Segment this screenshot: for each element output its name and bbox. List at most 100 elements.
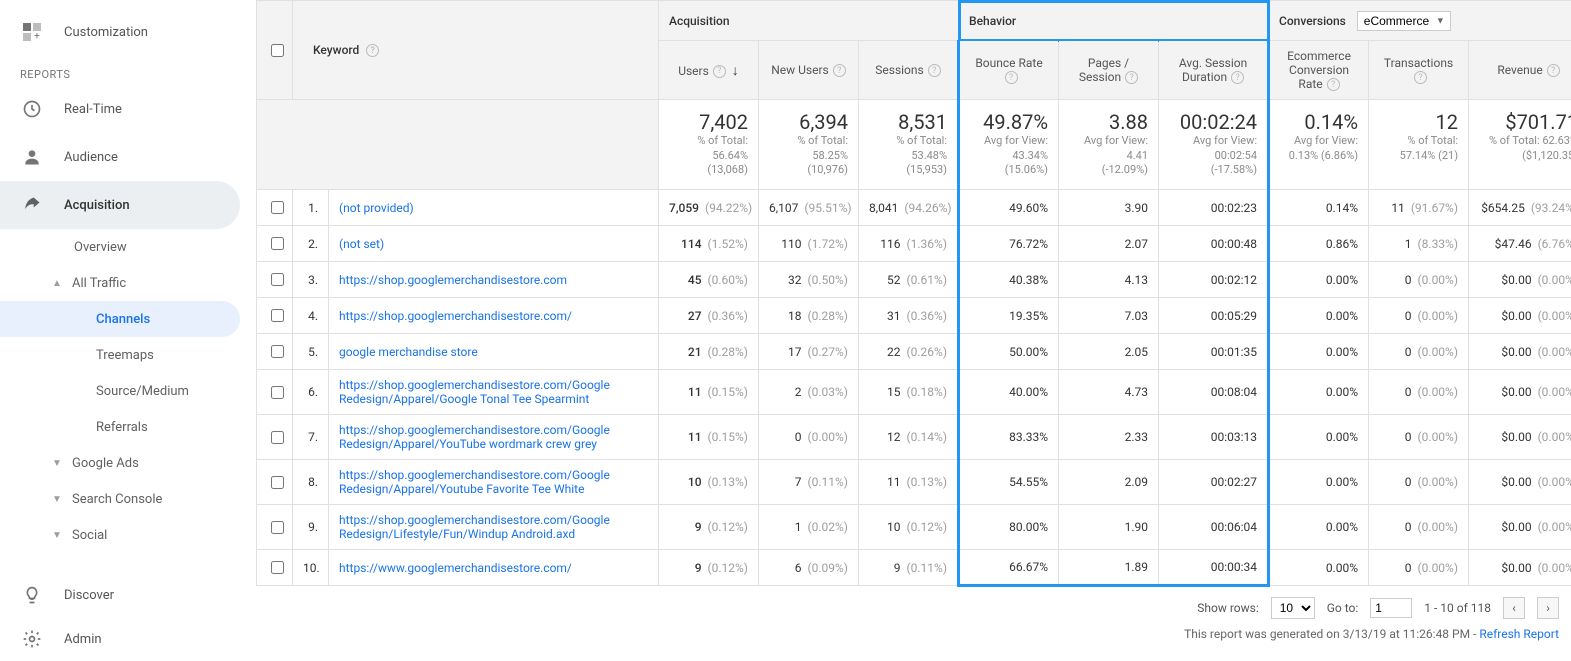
dimension-label: Keyword: [313, 43, 359, 57]
sidebar: + Customization REPORTS Real-Time Audien…: [0, 0, 256, 661]
sidebar-item-admin[interactable]: Admin: [0, 617, 240, 661]
row-checkbox[interactable]: [271, 201, 284, 214]
cell-revenue: $0.00(0.00%): [1469, 460, 1571, 505]
cell-bounce-rate: 83.33%: [959, 415, 1059, 460]
row-checkbox[interactable]: [271, 386, 284, 399]
help-icon[interactable]: ?: [1231, 71, 1244, 84]
select-all-header[interactable]: [257, 1, 293, 100]
col-revenue[interactable]: Revenue?: [1469, 41, 1571, 100]
goto-input[interactable]: [1370, 598, 1412, 618]
sidebar-sub-overview[interactable]: Overview: [0, 229, 240, 265]
select-all-checkbox[interactable]: [271, 44, 284, 57]
help-icon[interactable]: ?: [1414, 71, 1427, 84]
row-checkbox[interactable]: [271, 521, 284, 534]
keyword-link[interactable]: https://shop.googlemerchandisestore.com/…: [339, 423, 648, 451]
pagination-range: 1 - 10 of 118: [1424, 601, 1491, 615]
keyword-cell[interactable]: https://shop.googlemerchandisestore.com: [329, 262, 659, 298]
keyword-link[interactable]: https://shop.googlemerchandisestore.com: [339, 273, 567, 287]
keyword-cell[interactable]: (not set): [329, 226, 659, 262]
keyword-link[interactable]: https://shop.googlemerchandisestore.com/…: [339, 468, 648, 496]
row-index: 5.: [293, 334, 329, 370]
sidebar-sub-source-medium[interactable]: Source/Medium: [0, 373, 240, 409]
keyword-cell[interactable]: https://shop.googlemerchandisestore.com/…: [329, 505, 659, 550]
keyword-cell[interactable]: https://www.googlemerchandisestore.com/: [329, 550, 659, 586]
cell-ecr: 0.14%: [1269, 190, 1369, 226]
col-users[interactable]: Users?↓: [659, 41, 759, 100]
row-checkbox[interactable]: [271, 561, 284, 574]
next-page-button[interactable]: ›: [1537, 597, 1559, 619]
table-row: 2.(not set)114(1.52%)110(1.72%)116(1.36%…: [257, 226, 1571, 262]
keyword-link[interactable]: https://shop.googlemerchandisestore.com/…: [339, 378, 648, 406]
col-ecom-conv-rate[interactable]: Ecommerce Conversion Rate?: [1269, 41, 1369, 100]
col-pages-per-session[interactable]: Pages / Session?: [1059, 41, 1159, 100]
sidebar-sub-treemaps[interactable]: Treemaps: [0, 337, 240, 373]
keyword-cell[interactable]: https://shop.googlemerchandisestore.com/…: [329, 370, 659, 415]
row-checkbox-cell[interactable]: [257, 190, 293, 226]
keyword-link[interactable]: google merchandise store: [339, 345, 478, 359]
help-icon[interactable]: ?: [366, 44, 379, 57]
help-icon[interactable]: ?: [1327, 78, 1340, 91]
row-checkbox-cell[interactable]: [257, 505, 293, 550]
refresh-report-link[interactable]: Refresh Report: [1479, 627, 1559, 641]
keyword-cell[interactable]: https://shop.googlemerchandisestore.com/…: [329, 460, 659, 505]
keyword-link[interactable]: https://www.googlemerchandisestore.com/: [339, 561, 572, 575]
keyword-cell[interactable]: https://shop.googlemerchandisestore.com/…: [329, 415, 659, 460]
row-checkbox[interactable]: [271, 309, 284, 322]
row-checkbox-cell[interactable]: [257, 298, 293, 334]
help-icon[interactable]: ?: [1547, 64, 1560, 77]
sidebar-sub-all-traffic[interactable]: ▲ All Traffic: [0, 265, 240, 301]
cell-bounce-rate: 50.00%: [959, 334, 1059, 370]
prev-page-button[interactable]: ‹: [1503, 597, 1525, 619]
keyword-link[interactable]: https://shop.googlemerchandisestore.com/: [339, 309, 572, 323]
row-checkbox[interactable]: [271, 431, 284, 444]
row-checkbox-cell[interactable]: [257, 550, 293, 586]
sidebar-item-acquisition[interactable]: Acquisition: [0, 181, 240, 229]
help-icon[interactable]: ?: [833, 64, 846, 77]
sidebar-item-discover[interactable]: Discover: [0, 573, 240, 617]
show-rows-select[interactable]: 10: [1271, 597, 1315, 619]
col-new-users[interactable]: New Users?: [759, 41, 859, 100]
cell-duration: 00:00:34: [1159, 550, 1269, 586]
col-bounce-rate[interactable]: Bounce Rate?: [959, 41, 1059, 100]
sidebar-item-realtime[interactable]: Real-Time: [0, 85, 240, 133]
chevron-down-icon: ▼: [52, 494, 72, 505]
cell-transactions: 0(0.00%): [1369, 415, 1469, 460]
col-sessions[interactable]: Sessions?: [859, 41, 959, 100]
row-checkbox-cell[interactable]: [257, 226, 293, 262]
keyword-cell[interactable]: google merchandise store: [329, 334, 659, 370]
row-checkbox[interactable]: [271, 476, 284, 489]
sidebar-sub-social[interactable]: ▼ Social: [0, 517, 240, 553]
row-checkbox[interactable]: [271, 273, 284, 286]
help-icon[interactable]: ?: [1125, 71, 1138, 84]
row-checkbox-cell[interactable]: [257, 460, 293, 505]
cell-revenue: $0.00(0.00%): [1469, 298, 1571, 334]
keyword-link[interactable]: https://shop.googlemerchandisestore.com/…: [339, 513, 648, 541]
conversions-segment-select[interactable]: eCommerce: [1357, 11, 1451, 31]
keyword-cell[interactable]: https://shop.googlemerchandisestore.com/: [329, 298, 659, 334]
col-transactions[interactable]: Transactions?: [1369, 41, 1469, 100]
row-checkbox[interactable]: [271, 237, 284, 250]
col-avg-session-duration[interactable]: Avg. Session Duration?: [1159, 41, 1269, 100]
help-icon[interactable]: ?: [928, 64, 941, 77]
keyword-link[interactable]: (not set): [339, 237, 384, 251]
keyword-cell[interactable]: (not provided): [329, 190, 659, 226]
keyword-link[interactable]: (not provided): [339, 201, 414, 215]
sidebar-item-customization[interactable]: + Customization: [0, 8, 240, 56]
dimension-header[interactable]: Keyword ?: [293, 1, 659, 100]
cell-revenue: $47.46(6.76%): [1469, 226, 1571, 262]
sidebar-sub-channels[interactable]: Channels: [0, 301, 240, 337]
row-checkbox-cell[interactable]: [257, 334, 293, 370]
sidebar-sub-referrals[interactable]: Referrals: [0, 409, 240, 445]
sidebar-item-audience[interactable]: Audience: [0, 133, 240, 181]
cell-duration: 00:08:04: [1159, 370, 1269, 415]
sidebar-sub-search-console[interactable]: ▼ Search Console: [0, 481, 240, 517]
sidebar-sub-google-ads[interactable]: ▼ Google Ads: [0, 445, 240, 481]
help-icon[interactable]: ?: [1005, 71, 1018, 84]
help-icon[interactable]: ?: [713, 65, 726, 78]
row-checkbox-cell[interactable]: [257, 415, 293, 460]
reports-heading: REPORTS: [0, 56, 256, 85]
row-checkbox[interactable]: [271, 345, 284, 358]
row-checkbox-cell[interactable]: [257, 370, 293, 415]
row-checkbox-cell[interactable]: [257, 262, 293, 298]
chevron-down-icon: ▼: [52, 530, 72, 541]
